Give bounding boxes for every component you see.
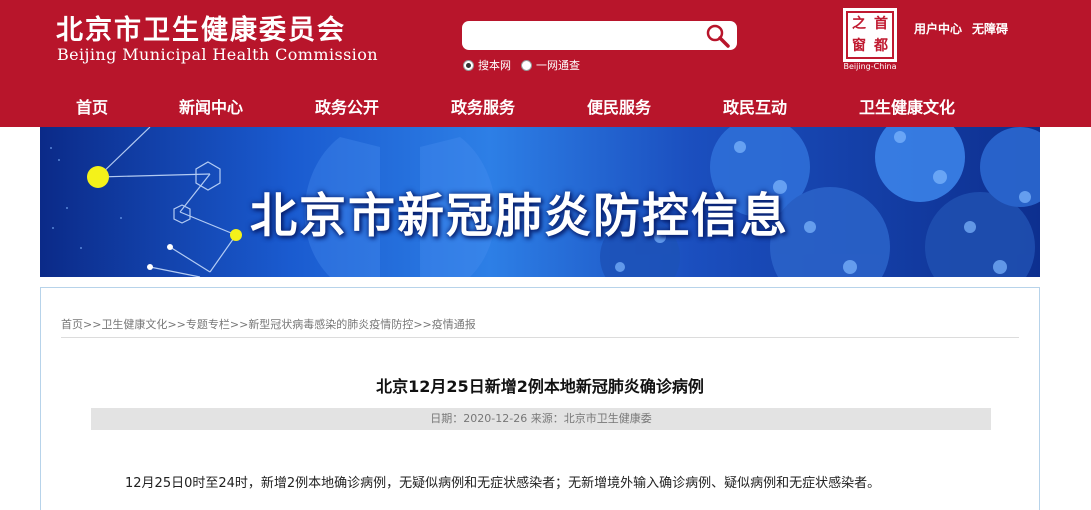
- beijing-seal-logo[interactable]: 之 首 窗 都: [843, 8, 897, 62]
- nav-item-gov-services[interactable]: 政务服务: [451, 93, 515, 123]
- breadcrumb-health-culture[interactable]: 卫生健康文化: [101, 318, 167, 331]
- breadcrumb-epidemic-report[interactable]: 疫情通报: [432, 318, 476, 331]
- site-title-en[interactable]: Beijing Municipal Health Commission: [57, 45, 378, 64]
- seal-glyphs: 之 首 窗 都: [846, 11, 894, 59]
- top-links: 用户中心 无障碍: [914, 20, 1008, 37]
- breadcrumb: 首页>>卫生健康文化>>专题专栏>>新型冠状病毒感染的肺炎疫情防控>>疫情通报: [61, 318, 476, 331]
- seal-char: 窗: [852, 38, 866, 54]
- breadcrumb-divider: [61, 337, 1019, 338]
- article-panel: 首页>>卫生健康文化>>专题专栏>>新型冠状病毒感染的肺炎疫情防控>>疫情通报 …: [40, 287, 1040, 510]
- nav-item-gov-info[interactable]: 政务公开: [315, 93, 379, 123]
- nav-item-news[interactable]: 新闻中心: [179, 93, 243, 123]
- site-title[interactable]: 北京市卫生健康委员会: [56, 8, 346, 47]
- article-meta: 日期：2020-12-26 来源：北京市卫生健康委: [91, 408, 991, 430]
- breadcrumb-covid-control[interactable]: 新型冠状病毒感染的肺炎疫情防控: [248, 318, 413, 331]
- search-scope-options: 搜本网 一网通查: [463, 57, 590, 73]
- search-input[interactable]: [470, 25, 700, 46]
- breadcrumb-home[interactable]: 首页: [61, 318, 83, 331]
- radio-search-all[interactable]: [521, 59, 532, 71]
- user-center-link[interactable]: 用户中心: [914, 20, 962, 37]
- nav-item-public-services[interactable]: 便民服务: [587, 93, 651, 123]
- seal-char: 都: [874, 38, 888, 54]
- seal-caption: Beijing-China: [843, 62, 897, 71]
- search-icon[interactable]: [705, 23, 731, 49]
- main-nav: 首页 新闻中心 政务公开 政务服务 便民服务 政民互动 卫生健康文化: [0, 93, 1091, 127]
- banner-title: 北京市新冠肺炎防控信息: [250, 189, 789, 244]
- radio-search-site-label[interactable]: 搜本网: [478, 57, 511, 73]
- seal-char: 首: [874, 16, 888, 32]
- nav-item-home[interactable]: 首页: [76, 93, 108, 123]
- seal-char: 之: [852, 16, 866, 32]
- nav-item-interaction[interactable]: 政民互动: [723, 93, 787, 123]
- breadcrumb-special-topics[interactable]: 专题专栏: [186, 318, 230, 331]
- accessibility-link[interactable]: 无障碍: [972, 20, 1008, 37]
- search-box: [462, 21, 737, 50]
- nav-item-health-culture[interactable]: 卫生健康文化: [859, 93, 955, 123]
- site-header: 北京市卫生健康委员会 Beijing Municipal Health Comm…: [0, 0, 1091, 127]
- radio-search-site[interactable]: [463, 59, 474, 71]
- radio-search-all-label[interactable]: 一网通查: [536, 57, 580, 73]
- covid-banner: 北京市新冠肺炎防控信息: [40, 127, 1040, 277]
- article-body: 12月25日0时至24时，新增2例本地确诊病例，无疑似病例和无症状感染者；无新增…: [125, 476, 881, 491]
- article-title: 北京12月25日新增2例本地新冠肺炎确诊病例: [376, 377, 704, 396]
